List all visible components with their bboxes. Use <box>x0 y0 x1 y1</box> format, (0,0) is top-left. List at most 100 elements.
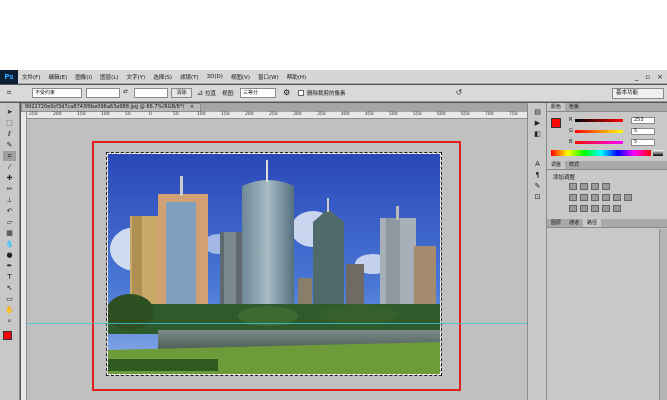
document-canvas[interactable] <box>27 119 527 400</box>
slider-track-r[interactable] <box>575 118 623 122</box>
brush-tool-icon[interactable]: ✏ <box>3 184 16 194</box>
minimize-button[interactable]: _ <box>635 73 639 81</box>
crop-box-photo[interactable] <box>106 152 442 376</box>
path-select-tool-icon[interactable]: ↖ <box>3 283 16 293</box>
paths-list[interactable] <box>547 229 659 400</box>
menu-select[interactable]: 选择(S) <box>149 73 176 81</box>
horizontal-ruler[interactable]: 250 200 150 100 50 0 50 100 150 200 250 … <box>27 112 527 119</box>
ruler-tick: 200 <box>245 112 254 117</box>
crop-tool-icon[interactable]: ⌗ <box>4 88 14 98</box>
slider-value-g[interactable]: 5 <box>631 127 655 135</box>
brush-panel-icon[interactable]: ✎ <box>531 181 544 191</box>
posterize-icon[interactable] <box>580 205 588 212</box>
hue-saturation-icon[interactable] <box>580 194 588 201</box>
channel-mixer-icon[interactable] <box>624 194 632 201</box>
slider-g[interactable]: G 5 <box>569 127 655 135</box>
overlay-select[interactable]: 三等分 <box>240 88 276 98</box>
menu-help[interactable]: 帮助(H) <box>283 73 310 81</box>
quick-select-tool-icon[interactable]: ✎ <box>3 140 16 150</box>
tab-swatches[interactable]: 色板 <box>565 103 583 111</box>
curves-icon[interactable] <box>591 183 599 190</box>
invert-icon[interactable] <box>569 205 577 212</box>
slider-track-g[interactable] <box>575 129 623 133</box>
properties-panel-icon[interactable]: ◧ <box>531 129 544 139</box>
foreground-color-swatch[interactable] <box>3 331 12 340</box>
selective-color-icon[interactable] <box>602 205 610 212</box>
levels-icon[interactable] <box>580 183 588 190</box>
color-spectrum[interactable] <box>551 150 651 156</box>
marquee-tool-icon[interactable]: ⬚ <box>3 118 16 128</box>
reset-icon[interactable]: ↺ <box>454 88 464 98</box>
straighten-icon[interactable]: ⊿ <box>195 88 205 98</box>
gradient-tool-icon[interactable]: ▦ <box>3 228 16 238</box>
document-tab[interactable]: 9922720e0cf3d7ca8743f6be096a63a988.jpg @… <box>21 103 201 112</box>
gear-icon[interactable]: ⚙ <box>283 88 290 97</box>
shape-tool-icon[interactable]: ▭ <box>3 294 16 304</box>
brightness-icon[interactable] <box>569 183 577 190</box>
history-brush-tool-icon[interactable]: ↶ <box>3 206 16 216</box>
eyedropper-tool-icon[interactable]: ⁄ <box>3 162 16 172</box>
collapsed-panel-strip: ▤ ▶ ◧ A ¶ ✎ ⊡ <box>527 103 547 400</box>
delete-cropped-checkbox[interactable] <box>298 90 304 96</box>
menu-edit[interactable]: 编辑(E) <box>44 73 71 81</box>
slider-track-b[interactable] <box>575 140 623 144</box>
close-tab-icon[interactable]: × <box>190 104 194 110</box>
eraser-tool-icon[interactable]: ▱ <box>3 217 16 227</box>
swap-icon[interactable]: ⇄ <box>123 89 128 95</box>
menu-window[interactable]: 窗口(W) <box>254 73 283 81</box>
menu-layer[interactable]: 图层(L) <box>96 73 122 81</box>
slider-value-b[interactable]: 5 <box>631 138 655 146</box>
paragraph-panel-icon[interactable]: ¶ <box>531 170 544 180</box>
height-input[interactable] <box>134 88 168 98</box>
tab-styles[interactable]: 样式 <box>565 161 583 169</box>
menu-3d[interactable]: 3D(D) <box>203 74 227 80</box>
tab-channels[interactable]: 通道 <box>565 219 583 227</box>
zoom-tool-icon[interactable]: ⌕ <box>3 316 16 326</box>
tab-layers[interactable]: 图层 <box>547 219 565 227</box>
menu-filter[interactable]: 滤镜(T) <box>176 73 203 81</box>
guide-line[interactable] <box>27 323 527 324</box>
play-actions-icon[interactable]: ▶ <box>531 118 544 128</box>
width-input[interactable] <box>86 88 120 98</box>
clone-source-icon[interactable]: ⊡ <box>531 192 544 202</box>
tab-paths[interactable]: 路径 <box>583 219 602 227</box>
restore-button[interactable]: ▫ <box>645 73 650 81</box>
tab-color[interactable]: 颜色 <box>547 103 566 111</box>
foreground-color-swatch[interactable] <box>551 118 561 128</box>
history-panel-icon[interactable]: ▤ <box>531 107 544 117</box>
ratio-select[interactable]: 不受约束 <box>32 88 82 98</box>
stamp-tool-icon[interactable]: ⊥ <box>3 195 16 205</box>
crop-tool-icon[interactable]: ⌗ <box>3 151 16 161</box>
menu-image[interactable]: 图像(I) <box>71 73 96 81</box>
color-balance-icon[interactable] <box>591 194 599 201</box>
menu-file[interactable]: 文件(F) <box>18 73 44 81</box>
menu-view[interactable]: 视图(V) <box>227 73 254 81</box>
vibrance-icon[interactable] <box>569 194 577 201</box>
straighten-label[interactable]: 拉直 <box>205 89 216 97</box>
character-panel-icon[interactable]: A <box>531 159 544 169</box>
workspace-select[interactable]: 基本功能 <box>612 88 664 99</box>
paths-scrollbar[interactable] <box>659 229 667 400</box>
lasso-tool-icon[interactable]: ℓ <box>3 129 16 139</box>
slider-b[interactable]: B 5 <box>569 138 655 146</box>
healing-tool-icon[interactable]: ✚ <box>3 173 16 183</box>
slider-value-r[interactable]: 253 <box>631 116 655 124</box>
dodge-tool-icon[interactable]: ● <box>3 250 16 260</box>
ruler-tick: 0 <box>149 112 152 117</box>
slider-r[interactable]: R 253 <box>569 116 655 124</box>
black-white-icon[interactable] <box>602 194 610 201</box>
hand-tool-icon[interactable]: ✋ <box>3 305 16 315</box>
threshold-icon[interactable] <box>591 205 599 212</box>
gradient-map-icon[interactable] <box>613 205 621 212</box>
exposure-icon[interactable] <box>602 183 610 190</box>
clear-button[interactable]: 清除 <box>171 88 192 98</box>
blur-tool-icon[interactable]: 💧 <box>3 239 16 249</box>
photo-filter-icon[interactable] <box>613 194 621 201</box>
black-white-ramp[interactable] <box>653 150 663 156</box>
close-button[interactable]: × <box>657 73 663 81</box>
type-tool-icon[interactable]: T <box>3 272 16 282</box>
pen-tool-icon[interactable]: ✒ <box>3 261 16 271</box>
menu-type[interactable]: 文字(Y) <box>123 73 150 81</box>
tab-adjustments[interactable]: 调整 <box>547 161 566 169</box>
move-tool-icon[interactable]: ➤ <box>3 107 16 117</box>
